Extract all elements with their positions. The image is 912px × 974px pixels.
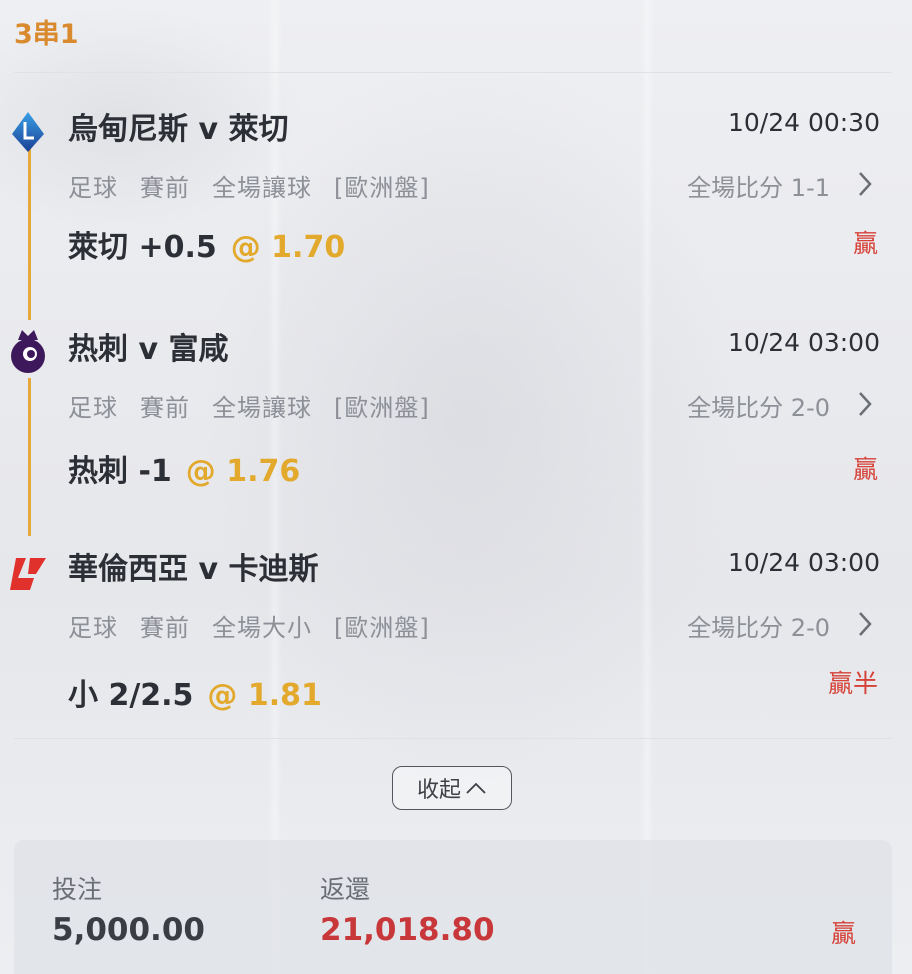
stage-label: 賽前 (140, 614, 190, 642)
result-badge: 贏 (852, 455, 878, 484)
odds-value: @ 1.81 (207, 678, 322, 713)
bet-summary: 投注 5,000.00 返還 21,018.80 贏 (14, 840, 892, 974)
odds-type-label: [歐洲盤] (334, 614, 430, 642)
chevron-up-icon (466, 782, 486, 794)
sport-label: 足球 (68, 614, 118, 642)
final-score[interactable]: 全場比分 1-1 (687, 168, 830, 203)
stage-label: 賽前 (140, 174, 190, 202)
sport-label: 足球 (68, 394, 118, 422)
stage-label: 賽前 (140, 394, 190, 422)
parlay-title: 3串1 (14, 19, 79, 50)
match-time: 10/24 03:00 (727, 328, 880, 357)
bet-selection: 萊切 +0.5 @ 1.70 (68, 222, 345, 266)
match-name: 烏甸尼斯 v 萊切 (68, 112, 289, 147)
bet-meta: 足球 賽前 全場讓球 [歐洲盤] (68, 168, 452, 203)
bet-meta: 足球 賽前 全場大小 [歐洲盤] (68, 608, 452, 643)
odds-value: @ 1.70 (230, 230, 346, 265)
serie-a-icon (12, 112, 44, 152)
premier-league-icon (11, 330, 45, 373)
result-badge: 贏半 (827, 669, 878, 698)
collapse-button[interactable]: 收起 (392, 766, 512, 810)
selection-label: 热刺 -1 (68, 454, 172, 489)
match-time: 10/24 00:30 (727, 108, 880, 137)
chevron-right-icon[interactable] (856, 170, 874, 198)
return-value: 21,018.80 (320, 912, 495, 948)
odds-type-label: [歐洲盤] (334, 394, 430, 422)
sport-label: 足球 (68, 174, 118, 202)
final-score[interactable]: 全場比分 2-0 (687, 608, 830, 643)
collapse-label: 收起 (416, 778, 461, 803)
match-name: 热刺 v 富咸 (68, 332, 229, 367)
selection-label: 萊切 +0.5 (68, 230, 217, 265)
match-time: 10/24 03:00 (727, 548, 880, 577)
odds-value: @ 1.76 (185, 454, 301, 489)
odds-type-label: [歐洲盤] (334, 174, 430, 202)
result-badge: 贏 (852, 229, 878, 258)
overall-result-badge: 贏 (830, 919, 856, 948)
bet-selection: 小 2/2.5 @ 1.81 (68, 670, 322, 714)
bet-leg-1: 烏甸尼斯 v 萊切 10/24 00:30 足球 賽前 全場讓球 [歐洲盤] 全場比分… (0, 104, 912, 304)
match-name: 華倫西亞 v 卡迪斯 (68, 552, 319, 587)
market-label: 全場大小 (212, 614, 312, 642)
stake-label: 投注 (52, 875, 103, 904)
bet-selection: 热刺 -1 @ 1.76 (68, 446, 300, 490)
bet-meta: 足球 賽前 全場讓球 [歐洲盤] (68, 388, 452, 423)
bet-leg-2: 热刺 v 富咸 10/24 03:00 足球 賽前 全場讓球 [歐洲盤] 全場比分 2… (0, 324, 912, 524)
market-label: 全場讓球 (212, 174, 312, 202)
final-score[interactable]: 全場比分 2-0 (687, 388, 830, 423)
selection-label: 小 2/2.5 (68, 678, 194, 713)
divider (14, 738, 892, 739)
return-label: 返還 (320, 875, 371, 904)
laliga-icon (10, 558, 46, 590)
bet-leg-3: 華倫西亞 v 卡迪斯 10/24 03:00 足球 賽前 全場大小 [歐洲盤] 全場比… (0, 544, 912, 744)
market-label: 全場讓球 (212, 394, 312, 422)
divider (14, 72, 892, 73)
chevron-right-icon[interactable] (856, 610, 874, 638)
bet-slip-detail: 3串1 烏甸尼斯 v 萊切 10/24 00:30 足球 賽前 全場讓球 [歐洲盤] … (0, 0, 912, 974)
stake-value: 5,000.00 (52, 912, 205, 948)
chevron-right-icon[interactable] (856, 390, 874, 418)
